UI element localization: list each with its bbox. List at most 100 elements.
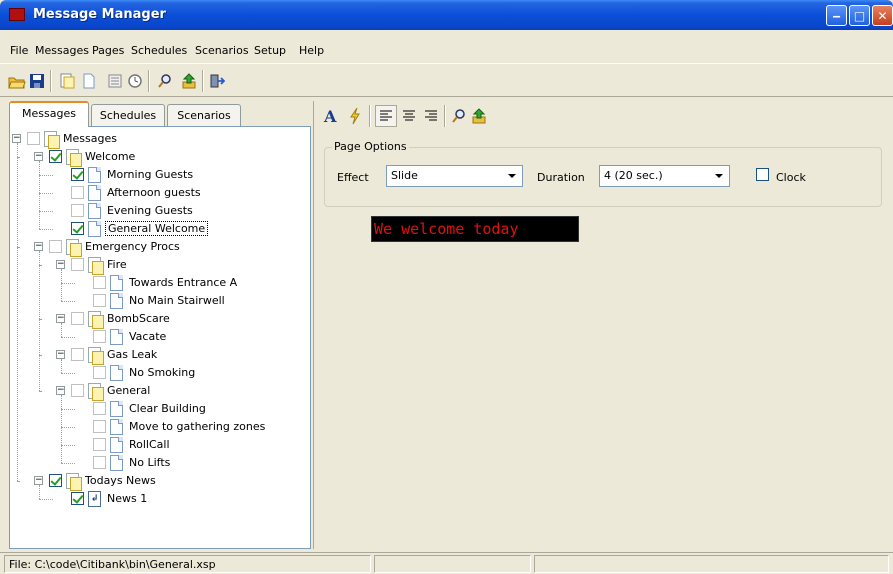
tree-collapse-icon[interactable]: − <box>56 314 65 323</box>
effect-select[interactable]: Slide <box>386 165 523 187</box>
tree-node-label: Move to gathering zones <box>129 420 266 433</box>
page-icon <box>88 203 101 219</box>
news-page-icon: ↲ <box>88 491 101 507</box>
clock-label: Clock <box>776 171 806 184</box>
new-folder-button[interactable] <box>58 72 76 90</box>
send-button[interactable] <box>180 72 198 90</box>
tree-checkbox[interactable] <box>27 132 40 145</box>
tree-checkbox[interactable] <box>71 348 84 361</box>
close-button[interactable]: ✕ <box>872 5 893 26</box>
schedule-button[interactable] <box>126 72 144 90</box>
tree-page-node[interactable]: Vacate <box>10 328 310 346</box>
tree-page-node[interactable]: Clear Building <box>10 400 310 418</box>
save-icon <box>30 74 44 88</box>
tree-folder-node[interactable]: − Messages <box>10 130 310 149</box>
menu-file[interactable]: File <box>10 44 28 57</box>
tree-checkbox[interactable] <box>71 204 84 217</box>
clock-checkbox[interactable] <box>756 168 769 181</box>
tree-checkbox[interactable] <box>71 168 84 181</box>
maximize-button[interactable]: □ <box>849 5 870 26</box>
tree-folder-node[interactable]: − BombScare <box>10 310 310 329</box>
tree-collapse-icon[interactable]: − <box>34 476 43 485</box>
tree-checkbox[interactable] <box>71 312 84 325</box>
tree-folder-node[interactable]: − Todays News <box>10 472 310 491</box>
page-icon <box>110 329 123 345</box>
tree-page-node[interactable]: Evening Guests <box>10 202 310 220</box>
tree-page-node[interactable]: No Lifts <box>10 454 310 472</box>
tree-checkbox[interactable] <box>93 276 106 289</box>
duration-select[interactable]: 4 (20 sec.) <box>599 165 730 187</box>
tree-page-node[interactable]: General Welcome <box>10 220 310 238</box>
save-button[interactable] <box>28 72 46 90</box>
tree-page-node[interactable]: Morning Guests <box>10 166 310 184</box>
find-button[interactable] <box>156 72 174 90</box>
minimize-button[interactable]: ‒ <box>826 5 847 26</box>
align-center-button[interactable] <box>400 107 418 125</box>
tree-checkbox[interactable] <box>71 384 84 397</box>
tree-folder-node[interactable]: − General <box>10 382 310 401</box>
tree-node-label: Clear Building <box>129 402 206 415</box>
tree-checkbox[interactable] <box>93 438 106 451</box>
message-tree[interactable]: − Messages − Welcome Morning Guests Afternoon… <box>9 126 311 549</box>
left-panel: Messages Schedules Scenarios − Messages − W… <box>5 101 311 549</box>
tree-checkbox[interactable] <box>49 474 62 487</box>
led-preview: We welcome today <box>371 216 579 242</box>
tree-node-label: BombScare <box>107 312 170 325</box>
properties-button[interactable] <box>106 72 124 90</box>
align-right-button[interactable] <box>422 107 440 125</box>
menu-setup[interactable]: Setup <box>254 44 286 57</box>
tree-checkbox[interactable] <box>49 150 62 163</box>
menu-pages[interactable]: Pages <box>92 44 124 57</box>
align-left-button[interactable] <box>375 105 397 127</box>
tree-collapse-icon[interactable]: − <box>56 260 65 269</box>
page-icon <box>88 185 101 201</box>
open-button[interactable] <box>8 72 26 90</box>
menu-schedules[interactable]: Schedules <box>131 44 187 57</box>
tab-scenarios[interactable]: Scenarios <box>167 104 241 126</box>
tab-schedules[interactable]: Schedules <box>91 104 165 126</box>
tree-checkbox[interactable] <box>71 258 84 271</box>
preview-find-button[interactable] <box>450 107 468 125</box>
menu-messages[interactable]: Messages <box>35 44 89 57</box>
menu-scenarios[interactable]: Scenarios <box>195 44 249 57</box>
tree-page-node[interactable]: RollCall <box>10 436 310 454</box>
tree-page-node[interactable]: No Smoking <box>10 364 310 382</box>
tree-folder-node[interactable]: − Emergency Procs <box>10 238 310 257</box>
close-icon: ✕ <box>877 8 888 23</box>
tree-collapse-icon[interactable]: − <box>56 350 65 359</box>
tree-folder-node[interactable]: − Gas Leak <box>10 346 310 365</box>
tree-collapse-icon[interactable]: − <box>12 134 21 143</box>
tab-messages[interactable]: Messages <box>9 101 89 127</box>
tree-page-node[interactable]: Towards Entrance A <box>10 274 310 292</box>
tree-checkbox[interactable] <box>71 222 84 235</box>
tree-checkbox[interactable] <box>71 186 84 199</box>
tree-node-label: No Main Stairwell <box>129 294 225 307</box>
preview-send-button[interactable] <box>470 107 488 125</box>
title-bar[interactable]: Message Manager ‒ □ ✕ <box>0 0 893 30</box>
tree-collapse-icon[interactable]: − <box>34 152 43 161</box>
menu-help[interactable]: Help <box>299 44 324 57</box>
tree-checkbox[interactable] <box>93 366 106 379</box>
new-page-button[interactable] <box>80 72 98 90</box>
tree-page-node[interactable]: Move to gathering zones <box>10 418 310 436</box>
tree-checkbox[interactable] <box>93 420 106 433</box>
font-icon: A <box>323 107 337 125</box>
tree-page-node[interactable]: ↲ News 1 <box>10 490 310 508</box>
tree-page-node[interactable]: Afternoon guests <box>10 184 310 202</box>
tree-checkbox[interactable] <box>93 330 106 343</box>
exit-button[interactable] <box>208 72 226 90</box>
tree-checkbox[interactable] <box>93 402 106 415</box>
tree-folder-node[interactable]: − Fire <box>10 256 310 275</box>
tree-checkbox[interactable] <box>49 240 62 253</box>
tree-checkbox[interactable] <box>93 456 106 469</box>
tree-checkbox[interactable] <box>93 294 106 307</box>
tree-checkbox[interactable] <box>71 492 84 505</box>
app-icon <box>9 8 25 21</box>
status-pane-2 <box>374 555 531 573</box>
tree-page-node[interactable]: No Main Stairwell <box>10 292 310 310</box>
font-button[interactable]: A <box>322 107 340 125</box>
tree-collapse-icon[interactable]: − <box>56 386 65 395</box>
tree-folder-node[interactable]: − Welcome <box>10 148 310 167</box>
effect-button[interactable] <box>346 107 364 125</box>
tree-collapse-icon[interactable]: − <box>34 242 43 251</box>
